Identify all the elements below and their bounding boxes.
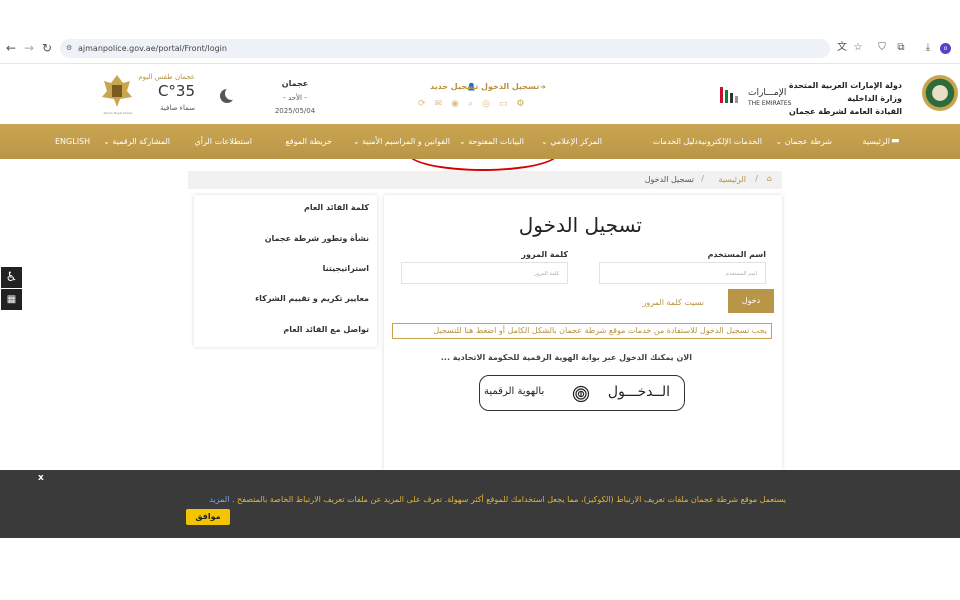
sky-condition: سماء صافية (160, 104, 195, 112)
chevron-down-icon: ⌄ (352, 137, 360, 146)
menu-item-digital-participation[interactable]: المشاركة الرقمية ⌄ (103, 124, 170, 159)
org-name-line1: دولة الإمارات العربية المتحدة (788, 81, 902, 90)
chart-icon[interactable]: ▦ (0, 288, 23, 311)
print-icon[interactable]: ▭ (499, 99, 517, 109)
download-icon[interactable]: ⤓ (922, 42, 934, 54)
uaepass-login-button[interactable]: الــدخـــول بالهوية الرقمية (479, 375, 685, 411)
login-notice-box: يجب تسجيل الدخول للاستفادة من خدمات موقع… (392, 323, 772, 339)
rss-icon[interactable]: ◉ (451, 99, 468, 109)
menu-item-home[interactable]: الرئيسية (862, 124, 890, 159)
forward-arrow-icon[interactable]: → (22, 41, 36, 55)
breadcrumb-separator: / (701, 174, 704, 183)
url-text: ajmanpolice.gov.ae/portal/Front/login (78, 44, 227, 53)
menu-item-polls[interactable]: استطلاعات الرأي (194, 124, 252, 159)
menu-item-english[interactable]: ENGLISH (55, 124, 90, 159)
emirates-logo-en: THE EMIRATES (748, 100, 792, 107)
day-name: - الأحد - (283, 94, 307, 102)
org-name-line2: وزارة الداخلية (847, 94, 902, 103)
login-link[interactable]: تسجيل الدخول (481, 82, 539, 91)
emirates-logo-ar: الإمـــارات (748, 88, 787, 98)
register-link[interactable]: تسجيل جديد (430, 82, 478, 91)
menu-item-laws[interactable]: القوانين و المراسيم الأمنية ⌄ (353, 124, 450, 159)
uaepass-note: الان يمكنك الدخول عبر بوابة الهوية الرقم… (440, 353, 692, 362)
menu-item-ajman-police[interactable]: شرطة عجمان ⌄ (776, 124, 832, 159)
social-icons-row: ⟳✉◉⌕◎▭⚙ (418, 99, 558, 111)
reload-icon[interactable]: ↻ (40, 41, 54, 55)
org-name-line3: القيادة العامة لشرطة عجمان (789, 107, 902, 116)
mail-icon[interactable]: ✉ (435, 99, 452, 109)
date-value: 2025/05/04 (274, 107, 316, 115)
extensions-icon[interactable]: ⧉ (895, 42, 907, 54)
location-icon[interactable]: ◎ (482, 99, 499, 109)
password-label: كلمة المرور (521, 250, 568, 259)
login-notice-text: يجب تسجيل الدخول للاستفادة من خدمات موقع… (498, 326, 767, 335)
cookie-close-button[interactable]: x (38, 473, 44, 483)
ajman-police-logo[interactable] (922, 75, 958, 111)
city-name: عجمان (281, 79, 309, 88)
shield-icon[interactable]: ⛉ (876, 42, 888, 54)
menu-item-eservices[interactable]: الخدمات الإلكترونية ⌄ (689, 124, 762, 159)
back-arrow-icon[interactable]: ← (4, 41, 18, 55)
breadcrumb-current: تسجيل الدخول (644, 175, 694, 184)
menu-item-media-center[interactable]: المركز الإعلامي ⌄ (541, 124, 602, 159)
site-header: دولة الإمارات العربية المتحدة وزارة الدا… (0, 63, 960, 171)
login-title: تسجيل الدخول (518, 213, 642, 237)
home-icon[interactable]: ⌂ (767, 174, 772, 183)
chevron-down-icon: ⌄ (458, 137, 466, 146)
browser-toolbar: ← → ↻ ⚙ ajmanpolice.gov.ae/portal/Front/… (0, 35, 960, 64)
password-input[interactable]: كلمة المرور (401, 262, 568, 284)
forgot-password-link[interactable]: نسيت كلمة المرور (642, 298, 704, 307)
side-menu: كلمة القائد العام نشأة وتطور شرطة عجمان … (194, 195, 377, 347)
moon-icon (220, 87, 238, 103)
temperature: C°35 (157, 82, 195, 100)
fingerprint-icon (572, 385, 590, 403)
login-card: تسجيل الدخول اسم المستخدم اسم المستخدم ك… (384, 195, 782, 470)
side-item-history[interactable]: نشأة وتطور شرطة عجمان (265, 234, 369, 243)
search-icon[interactable]: ⌕ (468, 99, 482, 109)
cookie-text: يستعمل موقع شرطة عجمان ملفات تعريف الارت… (209, 495, 786, 504)
star-icon[interactable]: ☆ (852, 42, 864, 54)
menu-home-icon[interactable]: ▬ (891, 136, 901, 146)
side-item-strategy[interactable]: استراتيجيتنا (323, 264, 369, 273)
menu-item-sitemap[interactable]: خريطة الموقع (286, 124, 332, 159)
translate-icon[interactable]: 文 (836, 42, 848, 54)
seal-caption: Ajman Royal Diwan (103, 111, 133, 115)
register-here-link[interactable]: اضغط هنا للتسجيل (433, 326, 496, 335)
cookie-accept-button[interactable]: موافق (186, 509, 230, 525)
username-input[interactable]: اسم المستخدم (599, 262, 766, 284)
address-bar[interactable]: ⚙ ajmanpolice.gov.ae/portal/Front/login (60, 39, 830, 58)
chevron-down-icon: ⌄ (541, 137, 548, 146)
menu-item-open-data[interactable]: البيانات المفتوحة ⌄ (459, 124, 524, 159)
login-icon: ➜ (540, 83, 546, 91)
side-item-commander-word[interactable]: كلمة القائد العام (304, 203, 369, 212)
breadcrumb-separator: / (755, 174, 758, 183)
breadcrumb: ⌂ / الرئيسية / تسجيل الدخول (188, 171, 782, 189)
cookie-message: يستعمل موقع شرطة عجمان ملفات تعريف الارت… (231, 495, 786, 504)
cookie-banner: x يستعمل موقع شرطة عجمان ملفات تعريف الا… (0, 470, 960, 538)
weather-label: عجمان طقس اليوم (138, 73, 195, 81)
chevron-down-icon: ⌄ (103, 137, 110, 146)
uaepass-btn-main: الــدخـــول (607, 384, 670, 400)
the-emirates-logo (718, 85, 746, 105)
login-submit-button[interactable]: دخول (728, 289, 774, 313)
breadcrumb-home[interactable]: الرئيسية (718, 175, 746, 184)
username-label: اسم المستخدم (707, 250, 766, 259)
uaepass-btn-sub: بالهوية الرقمية (484, 386, 545, 397)
side-item-partners[interactable]: معايير تكريم و تقييم الشركاء (255, 294, 369, 303)
side-item-contact-commander[interactable]: تواصل مع القائد العام (283, 325, 369, 334)
chevron-down-icon: ⌄ (775, 137, 783, 146)
menu-item-services-guide[interactable]: دليل الخدمات (653, 124, 698, 159)
cookie-more-link[interactable]: المزيد (209, 495, 229, 504)
ajman-royal-seal (100, 73, 134, 109)
gear-icon[interactable]: ⚙ (516, 99, 533, 109)
wheelchair-icon[interactable]: ♿ (0, 266, 23, 289)
site-info-icon[interactable]: ⚙ (66, 44, 74, 52)
share-icon[interactable]: ⟳ (418, 99, 435, 109)
profile-icon[interactable]: o (940, 43, 951, 54)
main-menu: ▬ الرئيسية شرطة عجمان ⌄ الخدمات الإلكترو… (0, 124, 960, 159)
